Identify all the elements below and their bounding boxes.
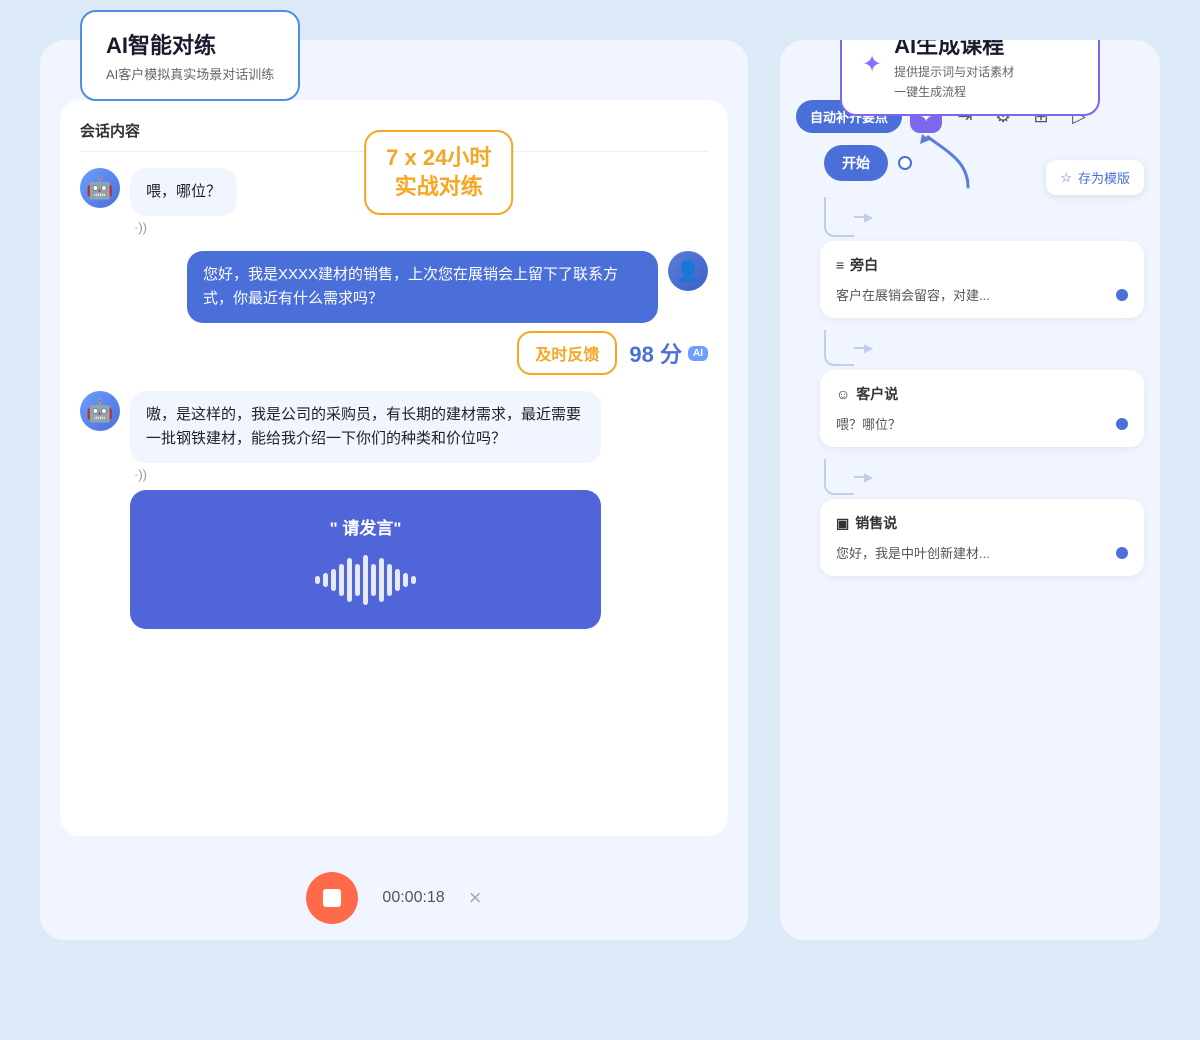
- sales-icon: ▣: [836, 515, 849, 532]
- arrow-2: ▶: [864, 341, 873, 355]
- close-button[interactable]: ×: [469, 885, 482, 911]
- wave-bar: [331, 569, 336, 591]
- aside-dot: [1116, 289, 1128, 301]
- start-button[interactable]: 开始: [824, 145, 888, 181]
- robot-icon: 🤖: [86, 175, 113, 201]
- ai-course-text: AI生成课程 提供提示词与对话素材 一键生成流程: [894, 40, 1014, 100]
- msg-content-1: 喂，哪位？ ·)): [130, 168, 237, 235]
- realtime-badge-line2: 实战对练: [386, 173, 491, 202]
- ai-course-sub1: 提供提示词与对话素材: [894, 63, 1014, 80]
- bubble-4: 嗷，是这样的，我是公司的采购员，有长期的建材需求，最近需要一批钢铁建材，能给我介…: [130, 391, 601, 463]
- wave-bar: [387, 564, 392, 596]
- aside-card: ≡ 旁白 客户在展销会留容，对建...: [820, 241, 1144, 318]
- customer-icon: ☺: [836, 386, 850, 402]
- score-badge: 98 分 AI: [629, 337, 708, 369]
- bubble-text-2: 您好，我是XXXX建材的销售，上次您在展销会上留下了联系方式，你最近有什么需求吗…: [203, 266, 618, 307]
- save-icon: ☆: [1060, 170, 1072, 186]
- score-value: 98 分: [629, 337, 682, 369]
- record-button[interactable]: [306, 872, 358, 924]
- sound-4: ·)): [130, 467, 601, 482]
- score-area: 及时反馈 98 分 AI: [80, 331, 708, 375]
- flow-area: 开始 ▶ ≡ 旁白 客户在展销会留容，对建...: [780, 145, 1160, 940]
- customer-content: 喂？哪位？: [836, 414, 1128, 433]
- timer: 00:00:18: [382, 889, 444, 907]
- avatar-robot-4: 🤖: [80, 391, 120, 431]
- customer-header: ☺ 客户说: [836, 384, 1128, 404]
- ai-course-title: AI生成课程: [894, 40, 1014, 60]
- ai-label-title: AI智能对练: [106, 28, 274, 60]
- aside-text: 客户在展销会留容，对建...: [836, 285, 990, 304]
- wave-bar: [395, 569, 400, 591]
- curve-line-2: [824, 330, 854, 366]
- aside-content: 客户在展销会留容，对建...: [836, 285, 1128, 304]
- customer-type: 客户说: [856, 384, 898, 404]
- feedback-badge: 及时反馈: [517, 331, 617, 375]
- wave-bar: [379, 558, 384, 602]
- msg-content-4: 嗷，是这样的，我是公司的采购员，有长期的建材需求，最近需要一批钢铁建材，能给我介…: [130, 391, 601, 629]
- robot-icon-4: 🤖: [86, 398, 113, 424]
- customer-card: ☺ 客户说 喂？哪位？: [820, 370, 1144, 447]
- bubble-2: 您好，我是XXXX建材的销售，上次您在展销会上留下了联系方式，你最近有什么需求吗…: [187, 251, 658, 323]
- sales-dot: [1116, 547, 1128, 559]
- sales-content: 您好，我是中叶创新建材...: [836, 543, 1128, 562]
- curve-line-3: [824, 459, 854, 495]
- human-icon: 👤: [676, 259, 701, 284]
- right-panel: ✦ AI生成课程 提供提示词与对话素材 一键生成流程 自动补齐要点 ✦ ⇥ ⚙ …: [780, 40, 1160, 940]
- arrow-indicator: [908, 132, 988, 197]
- wave-bar: [371, 564, 376, 596]
- sales-type: 销售说: [855, 513, 897, 533]
- customer-text: 喂？哪位？: [836, 414, 901, 433]
- save-template-button[interactable]: ☆ 存为模版: [1046, 160, 1144, 195]
- aside-header: ≡ 旁白: [836, 255, 1128, 275]
- ai-tag: AI: [688, 346, 708, 361]
- save-template-label: 存为模版: [1078, 168, 1130, 187]
- message-4: 🤖 嗷，是这样的，我是公司的采购员，有长期的建材需求，最近需要一批钢铁建材，能给…: [80, 391, 708, 629]
- waveform: [315, 555, 416, 605]
- wave-bar: [323, 573, 328, 587]
- bubble-text-4: 嗷，是这样的，我是公司的采购员，有长期的建材需求，最近需要一批钢铁建材，能给我介…: [146, 406, 581, 447]
- ai-label-subtitle: AI客户模拟真实场景对话训练: [106, 64, 274, 83]
- sales-text: 您好，我是中叶创新建材...: [836, 543, 990, 562]
- avatar-robot-1: 🤖: [80, 168, 120, 208]
- connector-3: ▶: [824, 459, 1144, 495]
- ai-course-sub2: 一键生成流程: [894, 83, 1014, 100]
- wave-bar: [355, 564, 360, 596]
- wave-bar: [403, 573, 408, 587]
- voice-input-area: " 请发言": [130, 490, 601, 629]
- aside-type: 旁白: [850, 255, 878, 275]
- avatar-human-2: 👤: [668, 251, 708, 291]
- realtime-badge-line1: 7 x 24小时: [386, 144, 491, 173]
- msg-content-2: 您好，我是XXXX建材的销售，上次您在展销会上留下了联系方式，你最近有什么需求吗…: [187, 251, 658, 323]
- ai-course-box: ✦ AI生成课程 提供提示词与对话素材 一键生成流程: [840, 40, 1100, 116]
- wave-bar: [339, 564, 344, 596]
- connector-2: ▶: [824, 330, 1144, 366]
- connector-1: ▶: [824, 197, 1144, 237]
- sales-card: ▣ 销售说 您好，我是中叶创新建材...: [820, 499, 1144, 576]
- sales-header: ▣ 销售说: [836, 513, 1128, 533]
- wave-bar: [347, 558, 352, 602]
- wave-bar: [363, 555, 368, 605]
- bubble-1: 喂，哪位？: [130, 168, 237, 216]
- arrow-1: ▶: [864, 210, 873, 224]
- aside-icon: ≡: [836, 257, 844, 273]
- main-container: AI智能对练 AI客户模拟真实场景对话训练 7 x 24小时 实战对练 会话内容…: [0, 0, 1200, 1040]
- bubble-text-1: 喂，哪位？: [146, 183, 221, 200]
- bottom-controls: 00:00:18 ×: [40, 856, 748, 940]
- speak-label: " 请发言": [330, 514, 402, 539]
- wave-bar: [315, 576, 320, 584]
- ai-course-icon: ✦: [862, 50, 882, 79]
- wave-bar: [411, 576, 416, 584]
- arrow-3: ▶: [864, 470, 873, 484]
- chat-messages: 🤖 喂，哪位？ ·)) 👤: [80, 168, 708, 816]
- curve-line-1: [824, 197, 854, 237]
- left-panel: AI智能对练 AI客户模拟真实场景对话训练 7 x 24小时 实战对练 会话内容…: [40, 40, 748, 940]
- sound-1: ·)): [130, 220, 237, 235]
- customer-dot: [1116, 418, 1128, 430]
- message-2: 👤 您好，我是XXXX建材的销售，上次您在展销会上留下了联系方式，你最近有什么需…: [80, 251, 708, 323]
- ai-label-box: AI智能对练 AI客户模拟真实场景对话训练: [80, 10, 300, 101]
- stop-icon: [323, 889, 341, 907]
- realtime-badge: 7 x 24小时 实战对练: [364, 130, 513, 215]
